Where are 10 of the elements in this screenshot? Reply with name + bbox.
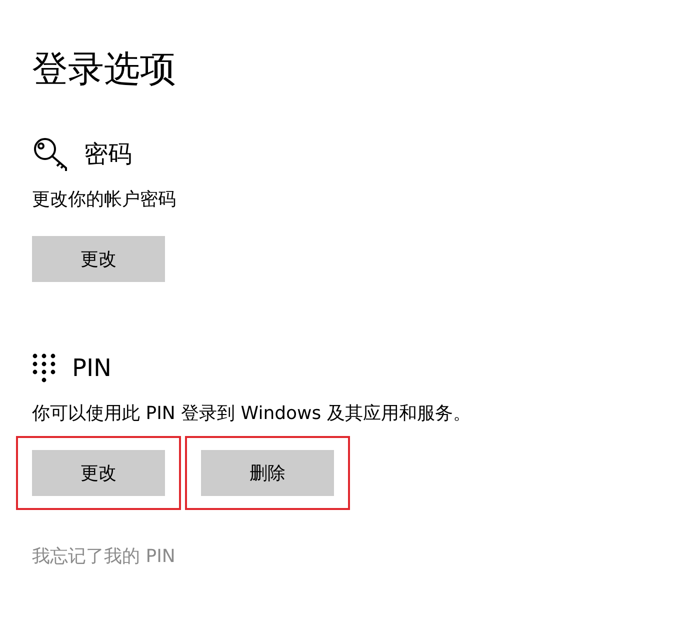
section-description: 更改你的帐户密码 [32, 188, 177, 212]
section-title: 密码 [84, 139, 132, 170]
section-description: 你可以使用此 PIN 登录到 Windows 及其应用和服务。 [32, 402, 472, 426]
keypad-icon [32, 353, 58, 383]
section-title: PIN [72, 354, 112, 382]
action-button[interactable]: 更改 [32, 236, 165, 282]
action-button[interactable]: 更改 [32, 450, 165, 496]
page-title: 登录选项 [32, 48, 177, 92]
key-icon [32, 136, 70, 172]
action-button[interactable]: 删除 [201, 450, 334, 496]
